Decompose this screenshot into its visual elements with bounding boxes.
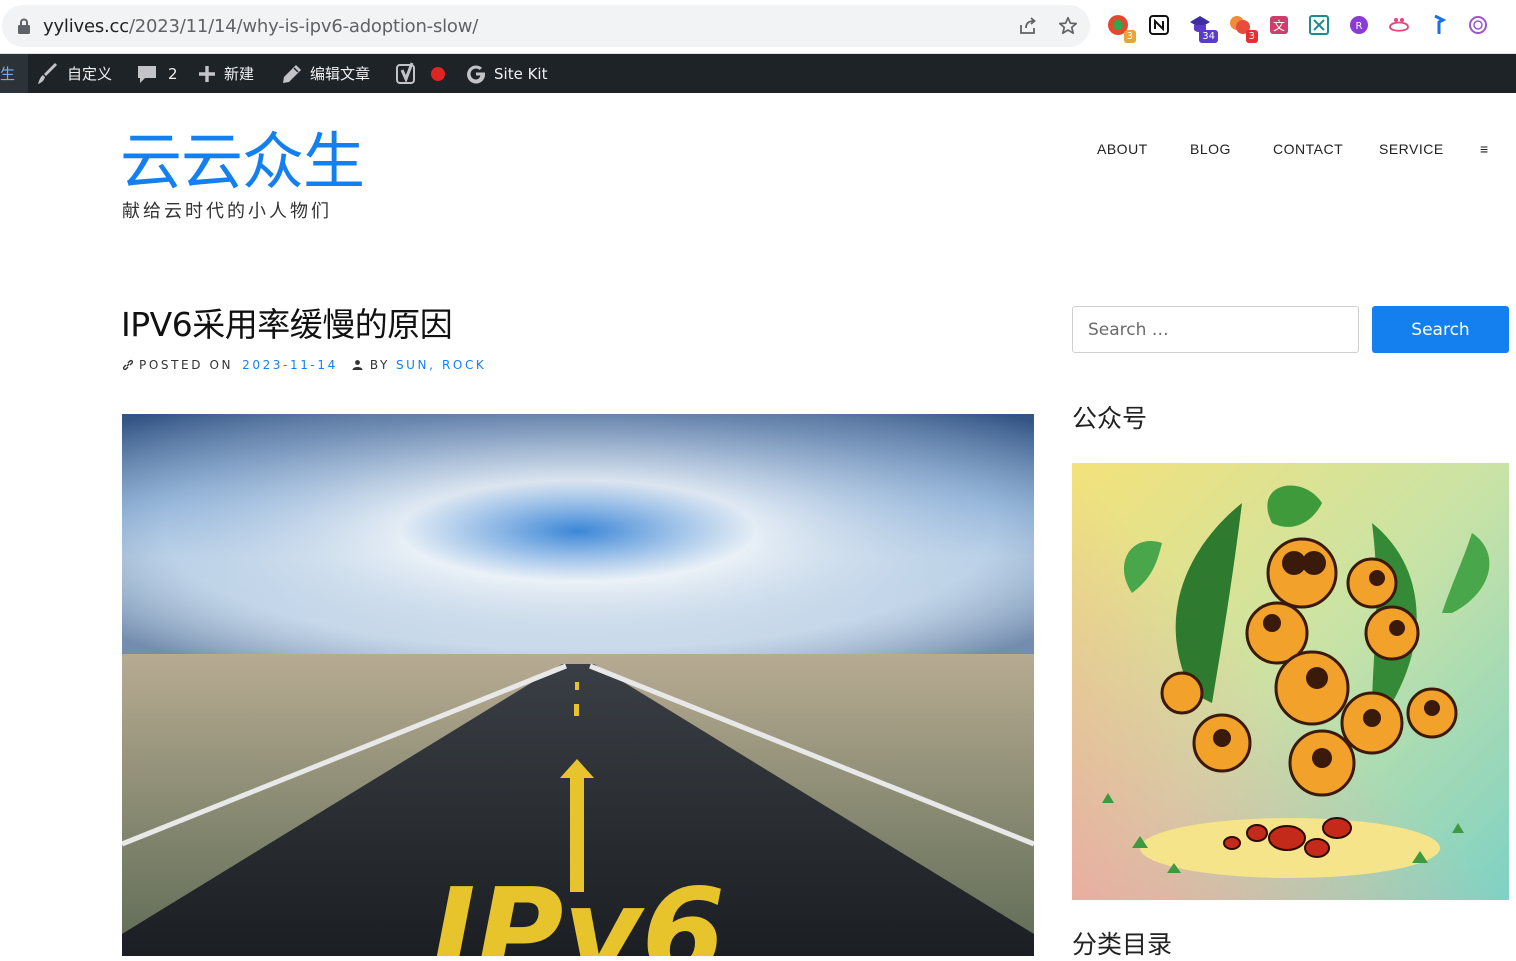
nav-item-about[interactable]: ABOUT — [1097, 141, 1148, 157]
extension-9-icon[interactable] — [1427, 13, 1451, 37]
by-label: BY — [369, 358, 390, 372]
new-content-button[interactable]: 新建 — [198, 54, 254, 93]
search-button[interactable]: Search — [1372, 306, 1509, 353]
extension-8-icon[interactable] — [1387, 13, 1411, 37]
featured-image: IPv6 — [122, 414, 1034, 956]
admin-bar-site-name[interactable]: 生 — [0, 54, 28, 93]
site-kit-button[interactable]: Site Kit — [466, 54, 547, 93]
yoast-icon — [396, 61, 415, 84]
widget-title-wechat: 公众号 — [1072, 404, 1148, 433]
post-author-link[interactable]: SUN, ROCK — [396, 358, 486, 372]
extension-7-icon[interactable]: R — [1347, 13, 1371, 37]
nav-item-contact[interactable]: CONTACT — [1273, 141, 1343, 157]
svg-text:R: R — [1356, 21, 1363, 32]
extension-6-icon[interactable] — [1307, 13, 1331, 37]
author-icon — [352, 360, 363, 370]
road-ipv6-illustration: IPv6 — [122, 414, 1034, 956]
posted-on-label: POSTED ON — [139, 358, 234, 372]
translate-icon[interactable]: 文 — [1267, 13, 1291, 37]
post-date-link[interactable]: 2023-11-14 — [242, 358, 338, 372]
hero-ipv6-text: IPv6 — [431, 864, 725, 956]
url-text[interactable]: yylives.cc/2023/11/14/why-is-ipv6-adopti… — [43, 16, 478, 37]
comment-icon — [138, 65, 156, 83]
wechat-qr-image[interactable] — [1072, 463, 1509, 900]
bookmark-star-icon[interactable] — [1058, 16, 1078, 36]
new-label: 新建 — [224, 65, 255, 83]
extension-3-icon[interactable]: 34 — [1188, 13, 1218, 43]
wp-admin-bar: 生 自定义 2 新建 编辑文章 Site Kit — [0, 54, 1516, 93]
customize-label: 自定义 — [67, 65, 113, 83]
url-domain: yylives.cc — [43, 16, 129, 37]
plus-icon — [199, 65, 215, 82]
comments-button[interactable]: 2 — [137, 54, 178, 93]
address-bar[interactable]: yylives.cc/2023/11/14/why-is-ipv6-adopti… — [2, 5, 1090, 47]
extension-1-icon[interactable]: 3 — [1106, 13, 1136, 43]
nav-item-blog[interactable]: BLOG — [1190, 141, 1231, 157]
seo-status-dot — [431, 66, 445, 81]
extension-4-icon[interactable]: 3 — [1228, 13, 1258, 43]
paintbrush-icon — [38, 62, 57, 84]
svg-text:文: 文 — [1273, 18, 1285, 33]
menu-toggle-icon[interactable]: ≡ — [1480, 141, 1489, 157]
extension-badge: 3 — [1123, 30, 1136, 43]
lock-icon[interactable] — [17, 18, 31, 34]
site-tagline: 献给云时代的小人物们 — [122, 201, 332, 222]
share-icon[interactable] — [1018, 16, 1038, 36]
site-title[interactable]: 云云众生 — [120, 126, 365, 198]
openai-icon[interactable] — [1466, 13, 1490, 37]
extension-badge: 3 — [1245, 30, 1258, 43]
post-meta: POSTED ON 2023-11-14 BY SUN, ROCK — [122, 358, 486, 372]
edit-post-button[interactable]: 编辑文章 — [282, 54, 370, 93]
site-name-fragment: 生 — [0, 65, 16, 83]
nav-item-service[interactable]: SERVICE — [1379, 141, 1444, 157]
pencil-icon — [283, 64, 301, 83]
ants-illustration — [1072, 463, 1509, 900]
link-icon — [122, 359, 134, 371]
post-title: IPV6采用率缓慢的原因 — [121, 305, 453, 344]
site-kit-label: Site Kit — [494, 64, 548, 83]
edit-post-label: 编辑文章 — [310, 65, 371, 83]
search-input[interactable] — [1072, 306, 1359, 353]
extension-badge: 34 — [1199, 30, 1218, 43]
notion-icon[interactable] — [1147, 13, 1171, 37]
browser-toolbar: yylives.cc/2023/11/14/why-is-ipv6-adopti… — [0, 0, 1516, 54]
comments-count: 2 — [168, 64, 178, 83]
customize-button[interactable]: 自定义 — [37, 54, 112, 93]
url-path: /2023/11/14/why-is-ipv6-adoption-slow/ — [128, 16, 479, 37]
google-g-icon — [467, 65, 486, 84]
yoast-seo-button[interactable] — [396, 54, 445, 93]
